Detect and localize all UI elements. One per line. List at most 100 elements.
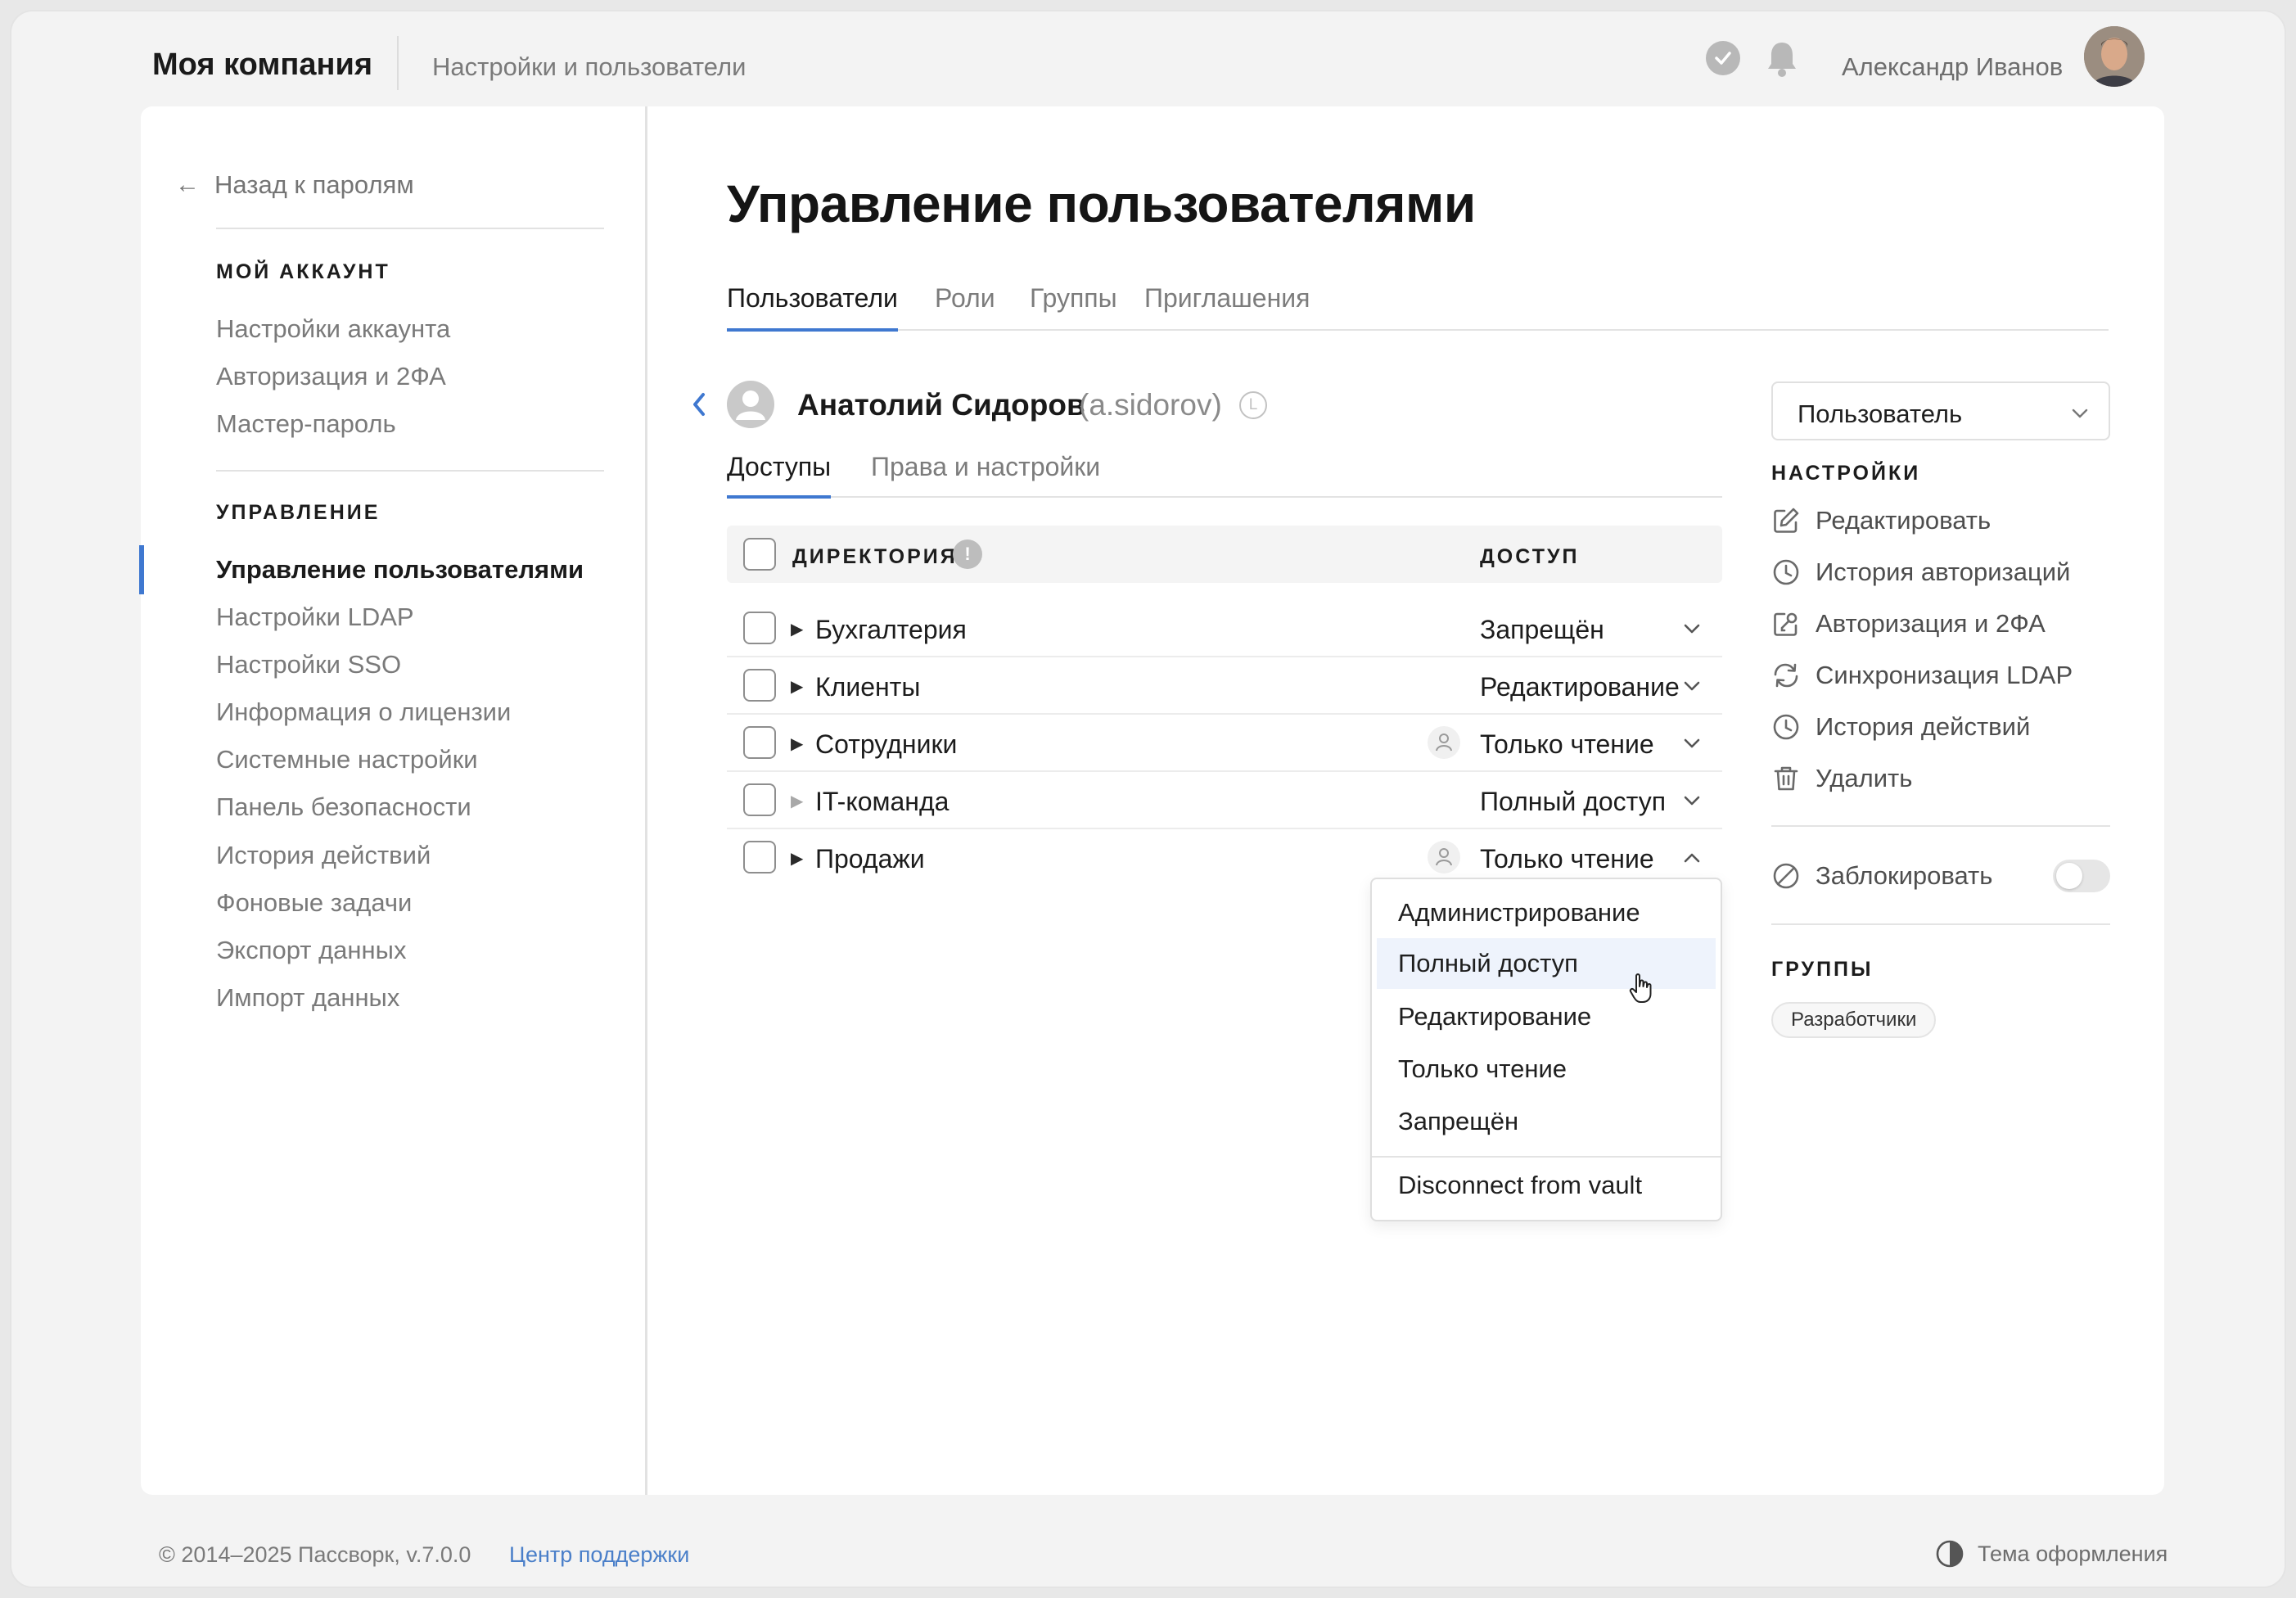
- hand-cursor-icon: [1629, 973, 1653, 1009]
- chevron-left-icon[interactable]: [691, 391, 707, 422]
- menu-item-read-only[interactable]: Только чтение: [1377, 1044, 1716, 1095]
- expand-triangle-icon[interactable]: ▶: [791, 734, 803, 754]
- main-content: Управление пользователями Пользователи Р…: [141, 106, 2164, 1495]
- row-checkbox[interactable]: [743, 669, 776, 702]
- menu-divider: [1372, 1156, 1721, 1158]
- menu-item-full-access[interactable]: Полный доступ: [1377, 938, 1716, 989]
- current-user-name[interactable]: Александр Иванов: [1842, 52, 2063, 82]
- table-row: ▶ Бухгалтерия Запрещён: [727, 600, 1722, 657]
- directory-name[interactable]: IT-команда: [815, 787, 949, 817]
- clock-icon: [1773, 559, 1799, 585]
- subtab-rights-settings[interactable]: Права и настройки: [871, 452, 1100, 495]
- bell-icon[interactable]: [1764, 39, 1800, 79]
- access-level[interactable]: Только чтение: [1480, 729, 1654, 760]
- tab-groups[interactable]: Группы: [1030, 283, 1117, 328]
- inherited-user-icon: [1428, 726, 1460, 759]
- inherited-user-icon: [1428, 841, 1460, 873]
- sync-icon: [1774, 663, 1798, 688]
- menu-item-denied[interactable]: Запрещён: [1377, 1096, 1716, 1147]
- column-directory[interactable]: ДИРЕКТОРИЯ: [792, 545, 958, 569]
- footer-copyright: © 2014–2025 Пассворк, v.7.0.0: [159, 1542, 471, 1567]
- toggle-knob: [2056, 863, 2082, 889]
- subtab-access[interactable]: Доступы: [727, 452, 832, 499]
- directory-name[interactable]: Бухгалтерия: [815, 615, 967, 645]
- block-user-row: Заблокировать: [1771, 858, 1992, 894]
- role-select[interactable]: Пользователь: [1771, 381, 2110, 440]
- info-icon[interactable]: !: [953, 539, 982, 569]
- row-checkbox[interactable]: [743, 783, 776, 816]
- trash-icon: [1774, 766, 1798, 791]
- column-access[interactable]: ДОСТУП: [1480, 545, 1579, 569]
- top-header: Моя компания Настройки и пользователи Ал…: [11, 11, 2285, 118]
- tab-invitations[interactable]: Приглашения: [1144, 283, 1310, 328]
- table-row: ▶ IT-команда Полный доступ: [727, 772, 1722, 829]
- action-label: История действий: [1816, 712, 2031, 741]
- support-center-link[interactable]: Центр поддержки: [509, 1542, 689, 1568]
- user-subtabs: Доступы Права и настройки: [727, 452, 1722, 499]
- action-ldap-sync[interactable]: Синхронизация LDAP: [1771, 657, 2073, 693]
- action-auth-2fa[interactable]: Авторизация и 2ФА: [1771, 606, 2046, 642]
- access-level[interactable]: Полный доступ: [1480, 787, 1666, 817]
- table-row: ▶ Сотрудники Только чтение: [727, 715, 1722, 772]
- ldap-badge-icon: L: [1239, 391, 1267, 419]
- row-checkbox[interactable]: [743, 726, 776, 759]
- user-avatar-placeholder: [727, 381, 774, 428]
- action-auth-history[interactable]: История авторизаций: [1771, 554, 2070, 590]
- access-dropdown-menu: Администрирование Полный доступ Редактир…: [1370, 878, 1722, 1221]
- table-header: ДИРЕКТОРИЯ ! ДОСТУП: [727, 526, 1722, 583]
- edit-key-icon: [1774, 612, 1798, 636]
- contrast-icon: [1936, 1540, 1964, 1568]
- theme-label: Тема оформления: [1978, 1541, 2168, 1566]
- tab-users[interactable]: Пользователи: [727, 283, 898, 332]
- expand-triangle-icon[interactable]: ▶: [791, 676, 803, 697]
- row-checkbox[interactable]: [743, 841, 776, 873]
- chevron-down-icon: [2071, 408, 2089, 423]
- access-level[interactable]: Только чтение: [1480, 844, 1654, 874]
- header-section-title: Настройки и пользователи: [432, 52, 747, 81]
- group-chip[interactable]: Разработчики: [1771, 1002, 1937, 1038]
- selected-user-login: (a.sidorov): [1079, 388, 1222, 422]
- block-toggle[interactable]: [2053, 860, 2110, 892]
- header-divider: [397, 36, 399, 90]
- page-title: Управление пользователями: [727, 174, 1476, 233]
- directory-name[interactable]: Клиенты: [815, 672, 920, 702]
- menu-item-disconnect[interactable]: Disconnect from vault: [1377, 1160, 1716, 1211]
- company-name[interactable]: Моя компания: [152, 47, 372, 83]
- clock-icon: [1773, 714, 1799, 740]
- access-level[interactable]: Редактирование: [1480, 672, 1680, 702]
- chevron-down-icon[interactable]: [1683, 623, 1701, 639]
- select-all-checkbox[interactable]: [743, 538, 776, 571]
- main-tabs: Пользователи Роли Группы Приглашения: [727, 283, 2109, 332]
- app-window: Моя компания Настройки и пользователи Ал…: [10, 10, 2286, 1588]
- panel-divider: [1771, 923, 2110, 925]
- block-icon: [1773, 863, 1799, 889]
- row-checkbox[interactable]: [743, 612, 776, 644]
- menu-item-edit[interactable]: Редактирование: [1377, 991, 1716, 1042]
- directory-name[interactable]: Сотрудники: [815, 729, 957, 760]
- expand-triangle-icon[interactable]: ▶: [791, 791, 803, 811]
- access-level[interactable]: Запрещён: [1480, 615, 1604, 645]
- action-edit[interactable]: Редактировать: [1771, 503, 1991, 539]
- action-activity-history[interactable]: История действий: [1771, 709, 2030, 745]
- chevron-down-icon[interactable]: [1683, 680, 1701, 696]
- panel-divider: [1771, 825, 2110, 827]
- action-label: Синхронизация LDAP: [1816, 661, 2073, 689]
- action-label: Удалить: [1816, 764, 1913, 792]
- menu-item-administration[interactable]: Администрирование: [1377, 887, 1716, 938]
- groups-heading: ГРУППЫ: [1771, 958, 1874, 981]
- edit-icon: [1774, 508, 1799, 533]
- action-label: Авторизация и 2ФА: [1816, 609, 2046, 638]
- role-select-value: Пользователь: [1798, 400, 1963, 428]
- directory-name[interactable]: Продажи: [815, 844, 925, 874]
- selected-user-name: Анатолий Сидоров: [797, 388, 1085, 422]
- chevron-up-icon[interactable]: [1683, 852, 1701, 868]
- theme-switcher[interactable]: Тема оформления: [1935, 1539, 2167, 1569]
- user-avatar[interactable]: [2084, 26, 2145, 87]
- expand-triangle-icon[interactable]: ▶: [791, 848, 803, 869]
- action-delete[interactable]: Удалить: [1771, 761, 1912, 797]
- check-circle-icon[interactable]: [1706, 41, 1740, 75]
- tab-roles[interactable]: Роли: [935, 283, 995, 328]
- expand-triangle-icon[interactable]: ▶: [791, 619, 803, 639]
- chevron-down-icon[interactable]: [1683, 738, 1701, 753]
- chevron-down-icon[interactable]: [1683, 795, 1701, 810]
